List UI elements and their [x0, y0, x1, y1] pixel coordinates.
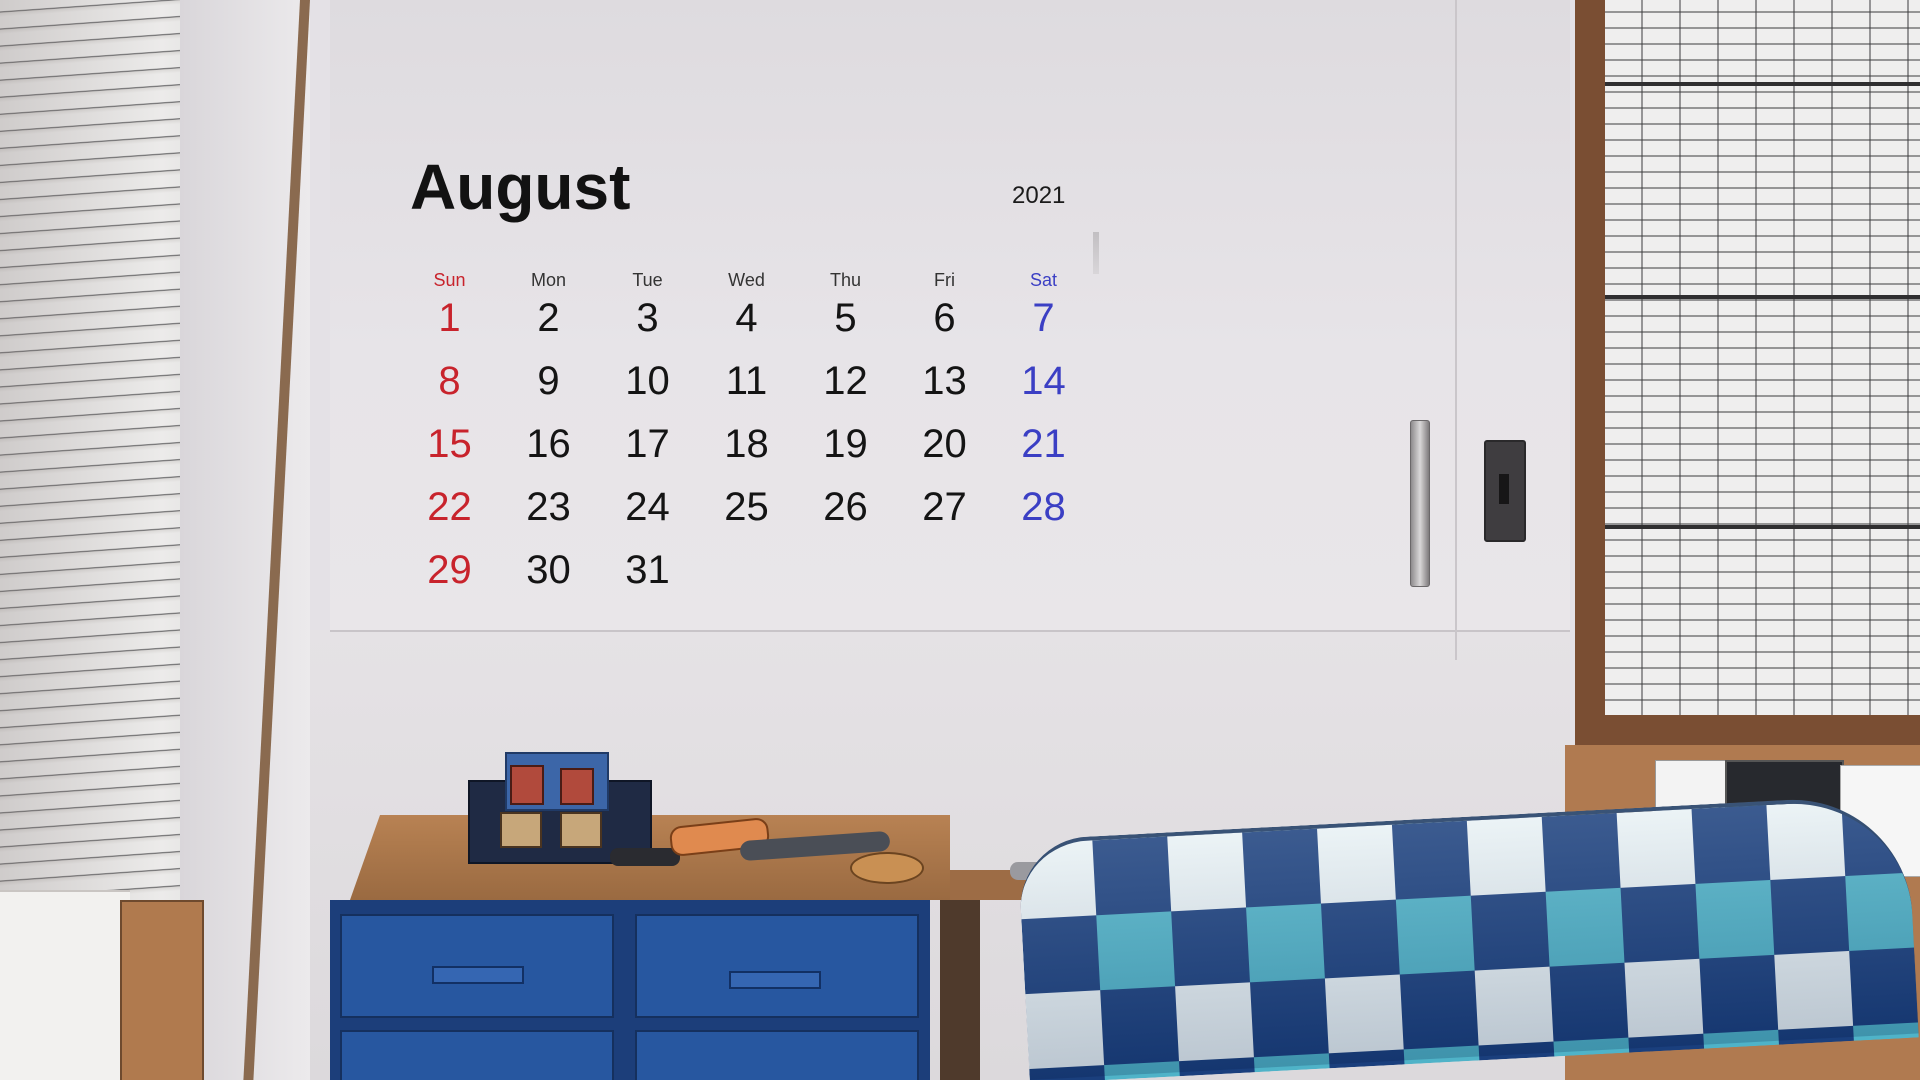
- drawer-right: [635, 914, 919, 1018]
- desk-tile: [560, 812, 602, 848]
- desk-object: [850, 852, 924, 884]
- calendar-day: 29: [427, 548, 472, 592]
- bed-blanket-shade: [1017, 793, 1919, 1080]
- calendar-day: 11: [725, 359, 768, 403]
- drawer-icon: [330, 900, 930, 1080]
- calendar-day: 6: [933, 296, 956, 340]
- wall-calendar: August 2021 Sun Mon Tue Wed Thu Fri Sat …: [400, 140, 1100, 620]
- calendar-day: 31: [625, 548, 670, 592]
- calendar-day: 17: [625, 422, 670, 466]
- right-window-shoji: [1605, 0, 1920, 715]
- desk-leg: [940, 900, 980, 1080]
- calendar-pin: [1093, 232, 1099, 274]
- calendar-day: 28: [1021, 485, 1066, 529]
- calendar-day: 7: [1032, 296, 1055, 340]
- weekday-label: Sun: [433, 270, 466, 290]
- drawer-handle: [729, 971, 821, 989]
- wall-seam: [330, 630, 1570, 632]
- weekday-label: Sat: [1029, 270, 1058, 290]
- calendar-day: 8: [438, 359, 461, 403]
- calendar-day: 10: [625, 359, 670, 403]
- calendar-day: [895, 544, 994, 607]
- calendar-day: 3: [636, 296, 659, 340]
- desk-tile: [560, 768, 594, 805]
- calendar-day: 20: [922, 422, 967, 466]
- calendar-day: 14: [1021, 359, 1066, 403]
- calendar-day: 26: [823, 485, 868, 529]
- calendar-day: 1: [438, 296, 461, 340]
- calendar-day: 12: [823, 359, 868, 403]
- desk-object: [610, 848, 680, 866]
- calendar-month: August: [410, 151, 631, 223]
- calendar-day: [796, 544, 895, 607]
- drawer-left: [340, 914, 614, 1018]
- calendar-day: 13: [922, 359, 967, 403]
- weekday-label: Tue: [632, 270, 663, 290]
- window-crossbar: [1605, 82, 1920, 86]
- door-handle-icon: [1410, 420, 1430, 587]
- calendar-day: 30: [526, 548, 571, 592]
- light-switch-icon: [1484, 440, 1526, 542]
- desk-tile: [500, 812, 542, 848]
- calendar-day: 2: [537, 296, 560, 340]
- calendar-year: 2021: [1012, 182, 1066, 209]
- window-crossbar: [1605, 525, 1920, 529]
- left-bed-sheet: [0, 890, 130, 1080]
- weekday-label: Fri: [934, 270, 955, 290]
- drawer-lower-right: [635, 1030, 919, 1080]
- calendar-day: 15: [427, 422, 472, 466]
- weekday-label: Thu: [829, 270, 862, 290]
- calendar-day: 23: [526, 485, 571, 529]
- calendar-day: 27: [922, 485, 967, 529]
- calendar-grid: Sun Mon Tue Wed Thu Fri Sat 1 2 3 4 5 6 …: [400, 270, 1100, 607]
- calendar-day: 24: [625, 485, 670, 529]
- desk-tile: [510, 765, 544, 805]
- calendar-day: 22: [427, 485, 472, 529]
- calendar-day: 25: [724, 485, 769, 529]
- drawer-handle: [432, 966, 524, 984]
- calendar-day: 16: [526, 422, 571, 466]
- calendar-day: 9: [537, 359, 560, 403]
- weekday-label: Wed: [728, 270, 765, 290]
- door-edge: [1455, 0, 1457, 660]
- drawer-lower-left: [340, 1030, 614, 1080]
- calendar-day: 18: [724, 422, 769, 466]
- weekday-label: Mon: [530, 270, 566, 290]
- calendar-day: [994, 544, 1093, 607]
- calendar-day: [697, 544, 796, 607]
- window-crossbar: [1605, 295, 1920, 299]
- calendar-day: 4: [735, 296, 758, 340]
- calendar-day: 21: [1021, 422, 1066, 466]
- bedroom-scene: August 2021 Sun Mon Tue Wed Thu Fri Sat …: [0, 0, 1920, 1080]
- calendar-day: 19: [823, 422, 868, 466]
- left-cabinet: [120, 900, 204, 1080]
- calendar-day: 5: [834, 296, 857, 340]
